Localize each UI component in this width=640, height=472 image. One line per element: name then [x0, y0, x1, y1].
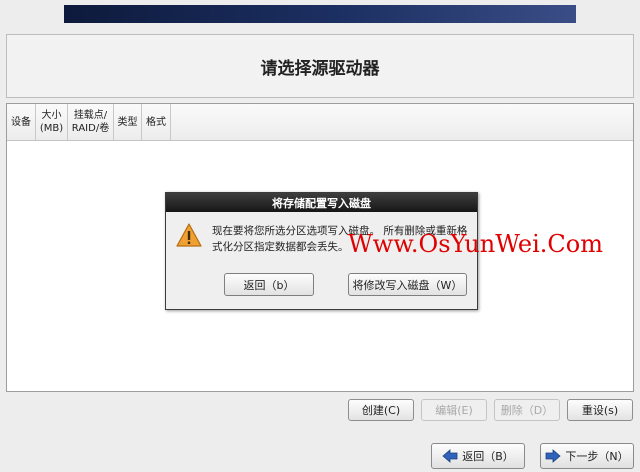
arrow-left-icon: [442, 449, 458, 463]
header-banner: [64, 5, 576, 23]
write-changes-button[interactable]: 将修改写入磁盘（W）: [348, 273, 467, 296]
delete-button[interactable]: 删除（D）: [494, 399, 560, 421]
title-panel: 请选择源驱动器: [6, 34, 634, 98]
column-header-size[interactable]: 大小 (MB): [36, 104, 68, 140]
column-header-mount-point[interactable]: 挂载点/ RAID/卷: [68, 104, 114, 140]
next-button[interactable]: 下一步（N）: [540, 443, 634, 469]
page-title: 请选择源驱动器: [260, 58, 380, 79]
column-header-format[interactable]: 格式: [142, 104, 171, 140]
back-button-label: 返回（B）: [462, 450, 514, 463]
next-button-label: 下一步（N）: [565, 450, 629, 463]
column-header-type[interactable]: 类型: [114, 104, 142, 140]
create-button[interactable]: 创建(C): [348, 399, 414, 421]
edit-button[interactable]: 编辑(E): [421, 399, 487, 421]
table-header: 设备 大小 (MB) 挂载点/ RAID/卷 类型 格式: [7, 104, 633, 141]
warning-icon: [176, 223, 202, 247]
watermark: Www.OsYunWei.Com: [348, 230, 603, 258]
back-button[interactable]: 返回（B）: [431, 443, 525, 469]
column-header-device[interactable]: 设备: [7, 104, 36, 140]
dialog-title: 将存储配置写入磁盘: [166, 193, 477, 212]
dialog-back-button[interactable]: 返回（b）: [224, 273, 314, 296]
reset-button[interactable]: 重设(s): [567, 399, 633, 421]
arrow-right-icon: [545, 449, 561, 463]
